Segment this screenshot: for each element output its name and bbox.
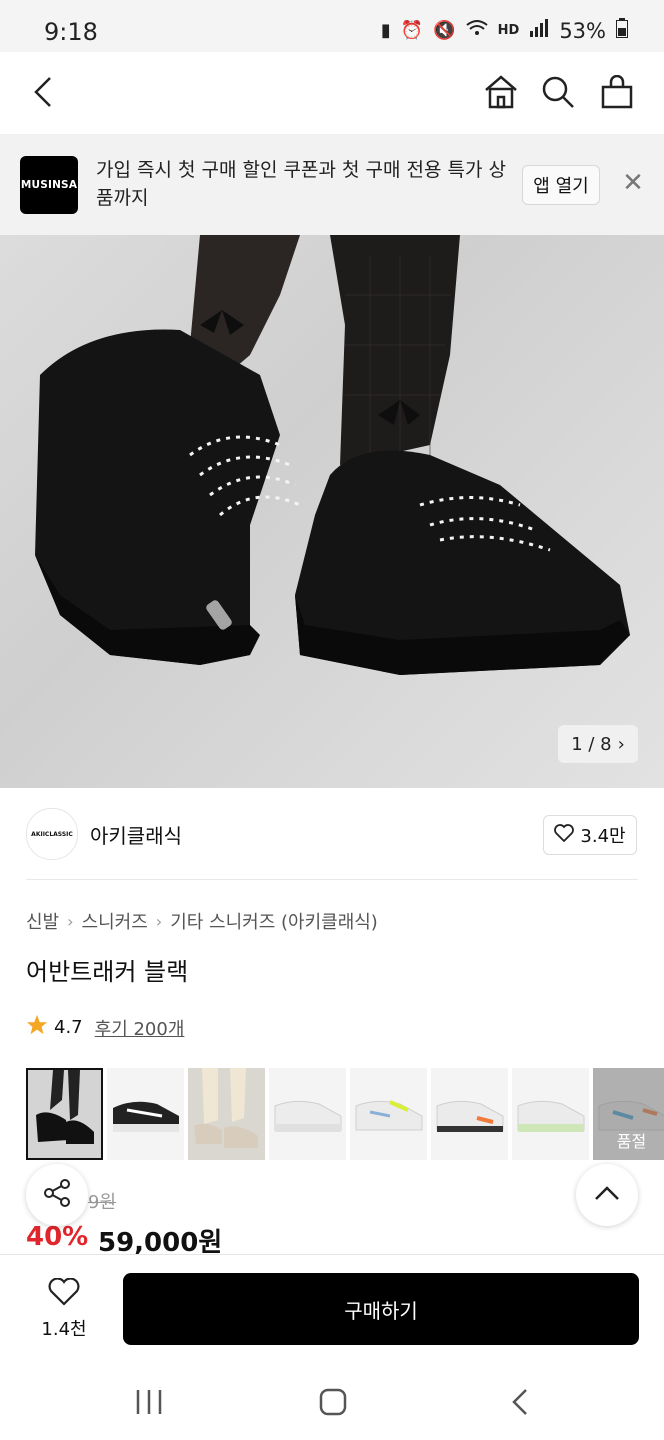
close-icon[interactable]: ✕ [618,168,648,198]
scroll-top-button[interactable] [576,1164,638,1226]
alarm-icon: ⏰ [400,20,424,41]
battery-percent: 53% [559,18,606,43]
review-link[interactable]: 후기 200개 [95,1015,185,1041]
battery-icon [616,18,628,43]
system-navigation-bar [0,1364,664,1440]
wifi-icon [466,19,488,42]
brand-name[interactable]: 아키클래식 [90,820,182,849]
home-nav-icon[interactable] [318,1388,348,1420]
star-icon [26,1014,48,1041]
cart-icon[interactable] [597,72,637,112]
breadcrumb-item-shoes[interactable]: 신발 [26,908,59,934]
breadcrumb: 신발 › 스니커즈 › 기타 스니커즈 (아키클래식) [26,908,378,934]
signal-icon [529,19,549,42]
share-button[interactable] [26,1164,88,1226]
status-icons: ▮ ⏰ 🔇 HD 53% [381,18,628,43]
brand-logo[interactable]: AKIICLASSIC [26,808,78,860]
wishlist-button[interactable]: 1.4천 [26,1276,102,1342]
rating-value: 4.7 [54,1017,83,1038]
musinsa-logo: MUSINSA [20,156,78,214]
battery-saver-icon: ▮ [380,20,391,41]
back-nav-icon[interactable] [508,1388,532,1420]
chevron-right-icon: › [67,911,74,931]
divider [26,879,638,880]
brand-like-count: 3.4만 [580,826,626,847]
discount-rate: 40% [26,1222,89,1252]
rating-row: 4.7 후기 200개 [26,1014,184,1041]
brand-like-button[interactable]: 3.4만 [543,815,637,855]
search-icon[interactable] [538,72,578,112]
top-navigation [0,52,664,135]
thumbnail-white-mint[interactable] [512,1068,589,1160]
banner-text: 가입 즉시 첫 구매 할인 쿠폰과 첫 구매 전용 특가 상품까지 [96,159,506,209]
heart-icon [554,823,575,847]
thumbnail-white-orange[interactable] [431,1068,508,1160]
thumbnail-beige[interactable] [188,1068,265,1160]
chevron-up-icon [594,1185,620,1205]
share-icon [42,1178,72,1212]
buy-button[interactable]: 구매하기 [123,1273,639,1345]
chevron-right-icon: › [155,911,163,931]
back-icon[interactable] [24,72,64,112]
original-price: 9원 [88,1192,117,1213]
color-thumbnail-list: 품절 [26,1068,664,1162]
mute-icon: 🔇 [433,20,456,41]
image-counter[interactable]: 1 / 8 › [558,725,638,763]
image-counter-text: 1 / 8 [571,733,612,755]
product-title: 어반트래커 블랙 [26,958,189,986]
status-time: 9:18 [44,18,98,46]
chevron-right-icon: › [617,733,625,755]
thumbnail-white-lime[interactable] [350,1068,427,1160]
status-bar: 9:18 ▮ ⏰ 🔇 HD 53% [0,0,664,52]
thumbnail-black[interactable] [26,1068,103,1160]
hd-voice-icon: HD [497,23,520,38]
thumbnail-white[interactable] [269,1068,346,1160]
thumbnail-white-blue[interactable]: 품절 [593,1068,664,1160]
thumbnail-black-white[interactable] [107,1068,184,1160]
heart-icon [48,1277,80,1311]
wishlist-count: 1.4천 [41,1318,87,1340]
open-app-button[interactable]: 앱 열기 [522,165,600,205]
product-image[interactable] [0,235,664,788]
breadcrumb-item-sneakers[interactable]: 스니커즈 [82,908,148,934]
soldout-badge: 품절 [593,1068,664,1160]
breadcrumb-item-other-sneakers[interactable]: 기타 스니커즈 (아키클래식) [170,908,378,934]
home-icon[interactable] [481,72,521,112]
recent-apps-icon[interactable] [134,1388,164,1420]
